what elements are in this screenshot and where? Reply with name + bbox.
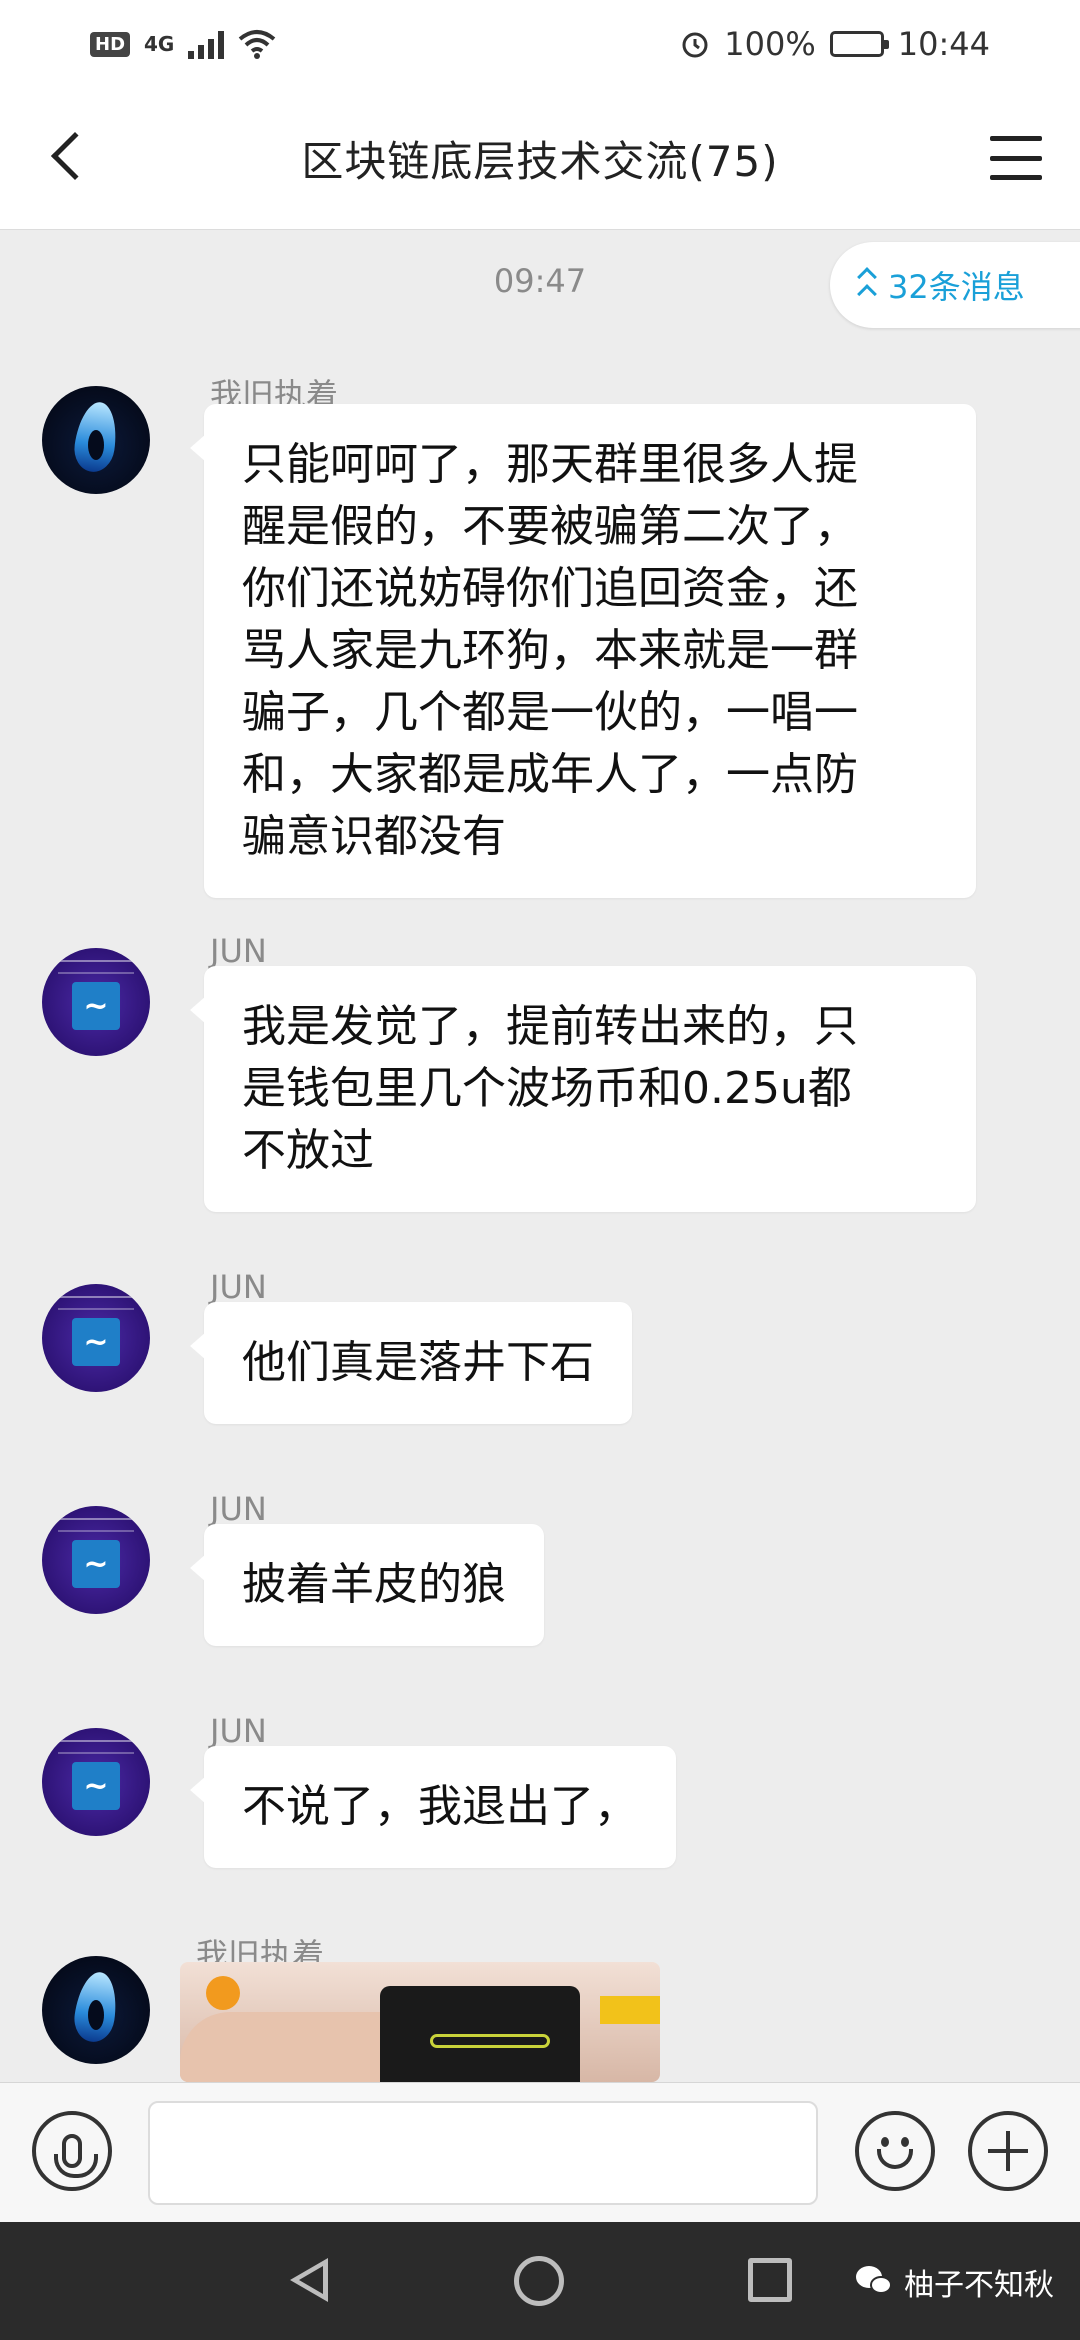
signal-icon [188, 29, 225, 59]
microphone-icon [54, 2134, 98, 2178]
back-button[interactable] [36, 124, 100, 188]
group-title: 区块链底层技术交流(75) [301, 137, 779, 186]
menu-line [990, 155, 1042, 161]
message-bubble[interactable]: 只能呵呵了，那天群里很多人提 醒是假的，不要被骗第二次了， 你们还说妨碍你们追回… [190, 404, 976, 898]
message-input[interactable] [148, 2101, 818, 2205]
system-nav-bar: 柚子不知秋 [0, 2222, 1080, 2340]
chat-messages[interactable]: 09:47 32条消息 我旧执着 只能呵呵了，那天群里很多人提 醒是假的，不要被… [0, 230, 1080, 2082]
app-logo-icon: ~ [72, 1318, 120, 1366]
sender-name: JUN [210, 932, 267, 970]
watermark: 柚子不知秋 [856, 2260, 1054, 2304]
more-options-button[interactable] [968, 2111, 1048, 2191]
sender-name: JUN [210, 1712, 267, 1750]
sender-name: JUN [210, 1490, 267, 1528]
emoji-button[interactable] [855, 2111, 935, 2191]
nav-recents-icon[interactable] [748, 2258, 792, 2302]
nav-back-icon[interactable] [290, 2258, 330, 2302]
status-right: 100% 10:44 [680, 25, 990, 63]
unread-messages-pill[interactable]: 32条消息 [830, 242, 1080, 328]
chevron-left-icon [50, 131, 100, 181]
avatar[interactable]: ~ [42, 1728, 150, 1836]
status-left: HD 4G [90, 29, 276, 59]
avatar[interactable]: ~ [42, 1506, 150, 1614]
message-bubble[interactable]: 不说了，我退出了， [190, 1746, 676, 1868]
sender-name: JUN [210, 1268, 267, 1306]
network-type: 4G [144, 32, 175, 56]
image-message-thumbnail[interactable] [180, 1962, 660, 2082]
emoji-icon [877, 2149, 913, 2169]
double-chevron-up-icon [857, 266, 877, 304]
watermark-text: 柚子不知秋 [904, 2268, 1054, 2303]
battery-icon [829, 31, 889, 57]
message-bubble[interactable]: 披着羊皮的狼 [190, 1524, 544, 1646]
chat-header: 区块链底层技术交流(75) [0, 88, 1080, 230]
tv-logo-icon [206, 1976, 240, 2010]
avatar[interactable]: ~ [42, 1284, 150, 1392]
menu-line [990, 175, 1042, 180]
input-bar [0, 2082, 1080, 2222]
nav-home-icon[interactable] [514, 2256, 564, 2306]
hd-badge: HD [90, 31, 131, 57]
battery-percent: 100% [724, 25, 816, 63]
app-logo-icon: ~ [72, 982, 120, 1030]
wechat-icon [856, 2266, 894, 2298]
app-logo-icon: ~ [72, 1540, 120, 1588]
status-bar: HD 4G 100% 10:44 [0, 0, 1080, 88]
avatar[interactable]: ~ [42, 948, 150, 1056]
menu-button[interactable] [988, 130, 1044, 186]
app-logo-icon: ~ [72, 1762, 120, 1810]
message-bubble[interactable]: 我是发觉了，提前转出来的，只 是钱包里几个波场币和0.25u都 不放过 [190, 966, 976, 1212]
alarm-icon [682, 32, 708, 58]
wifi-icon [239, 30, 276, 59]
unread-count-label: 32条消息 [888, 268, 1025, 306]
avatar[interactable] [42, 386, 150, 494]
message-bubble[interactable]: 他们真是落井下石 [190, 1302, 632, 1424]
voice-button[interactable] [32, 2111, 112, 2191]
avatar[interactable] [42, 1956, 150, 2064]
clock: 10:44 [897, 25, 990, 63]
menu-line [990, 136, 1042, 141]
